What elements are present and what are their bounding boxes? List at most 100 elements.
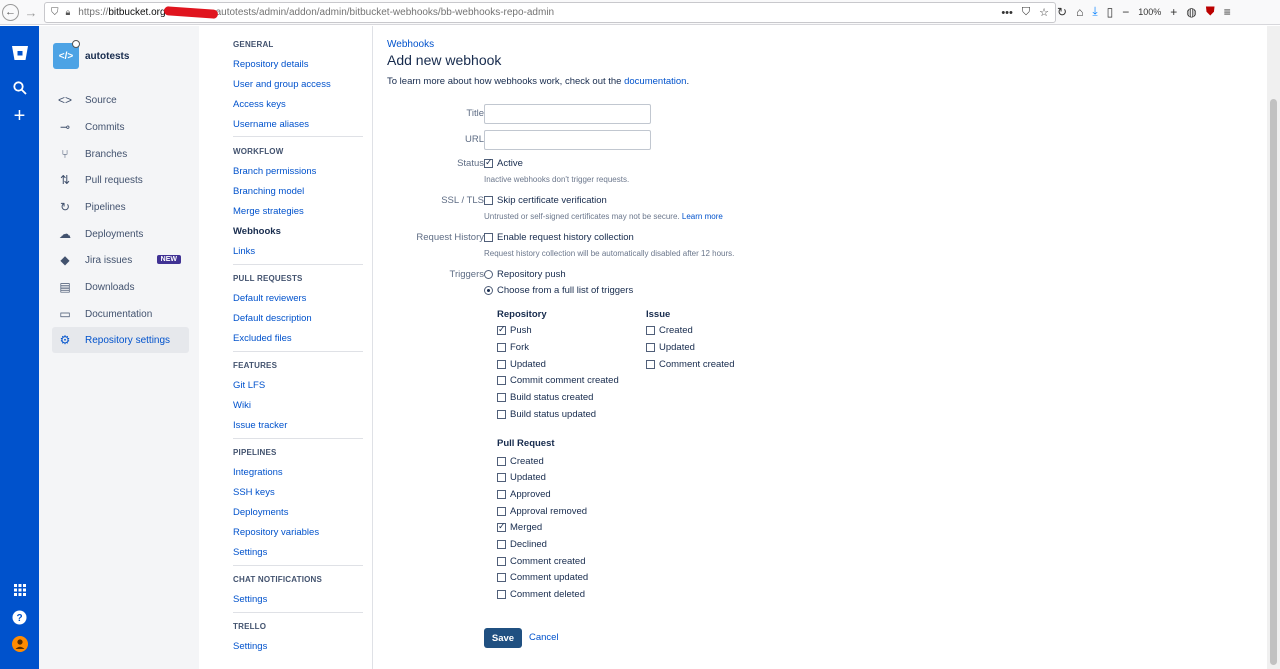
nav-link-branch-permissions[interactable]: Branch permissions	[233, 166, 316, 177]
pr-trigger-comment-created-row[interactable]: Comment created	[497, 556, 586, 567]
pr-trigger-merged-checkbox[interactable]	[497, 521, 506, 532]
repo-trigger-build-created-row[interactable]: Build status created	[497, 392, 593, 403]
sidebar-toggle-icon[interactable]: ▯	[1107, 5, 1114, 19]
repo-trigger-build-created-checkbox[interactable]	[497, 393, 506, 402]
download-icon[interactable]: ⤓	[1092, 4, 1097, 19]
issue-trigger-updated-checkbox[interactable]	[646, 343, 655, 352]
pr-trigger-comment-created-checkbox[interactable]	[497, 557, 506, 566]
pr-trigger-approved-checkbox[interactable]	[497, 490, 506, 499]
home-icon[interactable]: ⌂	[1076, 5, 1083, 19]
trigger-push-radio[interactable]	[484, 270, 493, 279]
repo-trigger-updated-row[interactable]: Updated	[497, 359, 546, 370]
shield-icon[interactable]: ⛉	[51, 7, 59, 18]
repo-trigger-fork-checkbox[interactable]	[497, 343, 506, 352]
repo-trigger-push-checkbox[interactable]	[497, 324, 506, 335]
nav-link-trello-settings[interactable]: Settings	[233, 641, 267, 652]
pr-trigger-approval-removed-checkbox[interactable]	[497, 507, 506, 516]
search-icon[interactable]	[0, 81, 39, 95]
save-button[interactable]: Save	[484, 628, 522, 648]
sidebar-item-documentation[interactable]: ▭ Documentation	[52, 301, 189, 327]
documentation-link[interactable]: documentation	[624, 76, 686, 87]
nav-link-pipeline-deployments[interactable]: Deployments	[233, 507, 288, 518]
help-icon[interactable]: ?	[0, 610, 39, 625]
globe-icon[interactable]: ◍	[1186, 5, 1196, 19]
zoom-in-icon[interactable]: +	[1170, 5, 1177, 19]
nav-link-integrations[interactable]: Integrations	[233, 467, 283, 478]
issue-trigger-created-checkbox[interactable]	[646, 326, 655, 335]
plus-icon[interactable]: +	[0, 106, 39, 126]
trigger-push-radio-row[interactable]: Repository push	[484, 269, 566, 280]
sidebar-item-branches[interactable]: ⑂ Branches	[52, 141, 189, 167]
sidebar-item-downloads[interactable]: ▤ Downloads	[52, 274, 189, 300]
nav-link-default-reviewers[interactable]: Default reviewers	[233, 293, 306, 304]
page-actions-icon[interactable]: •••	[1001, 7, 1013, 19]
page-scrollbar[interactable]	[1267, 26, 1280, 669]
zoom-out-icon[interactable]: −	[1122, 5, 1129, 19]
reload-icon[interactable]: ↻	[1057, 5, 1067, 19]
pocket-icon[interactable]: ⛉	[1022, 6, 1030, 19]
pr-trigger-updated-checkbox[interactable]	[497, 473, 506, 482]
repo-trigger-updated-checkbox[interactable]	[497, 360, 506, 369]
address-bar[interactable]: ⛉ 🔒︎ https://bitbucket.org autotests/admi…	[44, 2, 1056, 23]
issue-trigger-comment-created-checkbox[interactable]	[646, 360, 655, 369]
active-checkbox[interactable]	[484, 157, 493, 168]
pr-trigger-comment-updated-checkbox[interactable]	[497, 573, 506, 582]
nav-link-repository-variables[interactable]: Repository variables	[233, 527, 319, 538]
issue-trigger-comment-created-row[interactable]: Comment created	[646, 359, 735, 370]
request-history-checkbox-row[interactable]: Enable request history collection	[484, 232, 634, 243]
repo-name[interactable]: autotests	[85, 51, 129, 62]
pr-trigger-created-checkbox[interactable]	[497, 457, 506, 466]
pr-trigger-comment-updated-row[interactable]: Comment updated	[497, 572, 588, 583]
active-checkbox-row[interactable]: Active	[484, 157, 523, 169]
repo-trigger-commit-comment-row[interactable]: Commit comment created	[497, 375, 619, 386]
request-history-checkbox[interactable]	[484, 233, 493, 242]
issue-trigger-created-row[interactable]: Created	[646, 325, 693, 336]
back-arrow-icon[interactable]: ←	[2, 3, 19, 21]
trigger-full-radio-row[interactable]: Choose from a full list of triggers	[484, 285, 633, 296]
pr-trigger-merged-row[interactable]: Merged	[497, 521, 542, 533]
scrollbar-thumb[interactable]	[1270, 99, 1277, 665]
nav-link-username-aliases[interactable]: Username aliases	[233, 119, 309, 130]
trigger-full-radio[interactable]	[484, 286, 493, 295]
learn-more-link[interactable]: Learn more	[682, 212, 723, 221]
nav-link-chat-settings[interactable]: Settings	[233, 594, 267, 605]
nav-link-issue-tracker[interactable]: Issue tracker	[233, 420, 287, 431]
nav-link-default-description[interactable]: Default description	[233, 313, 312, 324]
repo-trigger-push-row[interactable]: Push	[497, 324, 532, 336]
nav-link-access-keys[interactable]: Access keys	[233, 99, 286, 110]
nav-link-user-group-access[interactable]: User and group access	[233, 79, 331, 90]
nav-link-wiki[interactable]: Wiki	[233, 400, 251, 411]
pr-trigger-created-row[interactable]: Created	[497, 456, 544, 467]
pr-trigger-comment-deleted-row[interactable]: Comment deleted	[497, 589, 585, 600]
sidebar-item-pipelines[interactable]: ↻ Pipelines	[52, 194, 189, 220]
nav-link-pipelines-settings[interactable]: Settings	[233, 547, 267, 558]
lock-icon[interactable]: 🔒︎	[66, 7, 71, 18]
zoom-level[interactable]: 100%	[1138, 7, 1161, 17]
pr-trigger-approval-removed-row[interactable]: Approval removed	[497, 506, 587, 517]
pr-trigger-declined-row[interactable]: Declined	[497, 539, 547, 550]
sidebar-item-deployments[interactable]: ☁ Deployments	[52, 221, 189, 247]
nav-link-webhooks[interactable]: Webhooks	[233, 226, 281, 237]
skip-ssl-checkbox[interactable]	[484, 196, 493, 205]
profile-icon[interactable]	[0, 636, 39, 652]
pr-trigger-comment-deleted-checkbox[interactable]	[497, 590, 506, 599]
nav-link-git-lfs[interactable]: Git LFS	[233, 380, 265, 391]
sidebar-item-commits[interactable]: ⊸ Commits	[52, 114, 189, 140]
url-input[interactable]	[484, 130, 651, 150]
nav-link-excluded-files[interactable]: Excluded files	[233, 333, 292, 344]
pr-trigger-declined-checkbox[interactable]	[497, 540, 506, 549]
menu-icon[interactable]: ≡	[1224, 5, 1231, 19]
repo-trigger-fork-row[interactable]: Fork	[497, 342, 529, 353]
sidebar-item-repository-settings[interactable]: ⚙ Repository settings	[52, 327, 189, 353]
cancel-link[interactable]: Cancel	[529, 632, 559, 643]
nav-link-branching-model[interactable]: Branching model	[233, 186, 304, 197]
skip-ssl-checkbox-row[interactable]: Skip certificate verification	[484, 195, 607, 206]
nav-link-repository-details[interactable]: Repository details	[233, 59, 309, 70]
sidebar-item-pull-requests[interactable]: ⇅ Pull requests	[52, 167, 189, 193]
pr-trigger-updated-row[interactable]: Updated	[497, 472, 546, 483]
breadcrumb-webhooks[interactable]: Webhooks	[387, 39, 434, 50]
repo-trigger-build-updated-row[interactable]: Build status updated	[497, 409, 596, 420]
bitbucket-logo-icon[interactable]	[0, 45, 39, 61]
ublock-icon[interactable]: ⛊	[1206, 4, 1215, 19]
repo-trigger-build-updated-checkbox[interactable]	[497, 410, 506, 419]
